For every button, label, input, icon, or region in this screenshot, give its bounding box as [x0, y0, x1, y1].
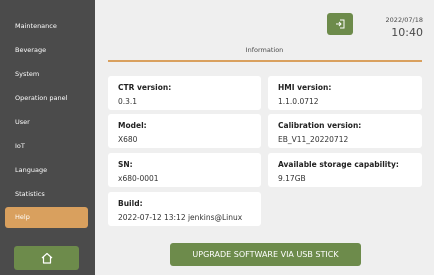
hmi-version-label: HMI version: [278, 83, 332, 92]
build-label: Build: [118, 199, 143, 208]
model-card: Model: X680 [108, 114, 261, 148]
home-button[interactable] [14, 246, 79, 270]
sidebar-item-user[interactable]: User [5, 112, 88, 133]
calibration-version-card: Calibration version: EB_V11_20220712 [268, 114, 422, 148]
time-display: 10:40 [391, 26, 423, 39]
sidebar-item-operation-panel[interactable]: Operation panel [5, 88, 88, 109]
home-icon [41, 252, 52, 264]
ctr-version-card: CTR version: 0.3.1 [108, 76, 261, 110]
ctr-version-label: CTR version: [118, 83, 172, 92]
sidebar: Maintenance Beverage System Operation pa… [0, 0, 95, 275]
build-value: 2022-07-12 13:12 jenkins@Linux [118, 213, 243, 222]
sidebar-item-system[interactable]: System [5, 64, 88, 85]
logout-button[interactable] [327, 13, 353, 35]
model-value: X680 [118, 135, 138, 144]
upgrade-usb-button[interactable]: UPGRADE SOFTWARE VIA USB STICK [170, 243, 361, 266]
sidebar-item-beverage[interactable]: Beverage [5, 40, 88, 61]
sn-card: SN: x680-0001 [108, 153, 261, 187]
sidebar-item-iot[interactable]: IoT [5, 136, 88, 157]
sidebar-item-statistics[interactable]: Statistics [5, 184, 88, 205]
storage-label: Available storage capability: [278, 160, 399, 169]
build-card: Build: 2022-07-12 13:12 jenkins@Linux [108, 192, 261, 226]
storage-card: Available storage capability: 9.17GB [268, 153, 422, 187]
model-label: Model: [118, 121, 147, 130]
logout-icon [336, 19, 345, 29]
section-divider [108, 60, 422, 62]
sidebar-item-language[interactable]: Language [5, 160, 88, 181]
sn-value: x680-0001 [118, 174, 159, 183]
ctr-version-value: 0.3.1 [118, 97, 138, 106]
storage-value: 9.17GB [278, 174, 306, 183]
hmi-version-value: 1.1.0.0712 [278, 97, 319, 106]
sidebar-item-help[interactable]: Help [5, 207, 88, 228]
main-panel: 2022/07/18 10:40 Information CTR version… [95, 0, 434, 275]
date-display: 2022/07/18 [385, 16, 423, 24]
calibration-version-label: Calibration version: [278, 121, 362, 130]
section-title: Information [245, 46, 284, 54]
sidebar-item-maintenance[interactable]: Maintenance [5, 16, 88, 37]
hmi-version-card: HMI version: 1.1.0.0712 [268, 76, 422, 110]
calibration-version-value: EB_V11_20220712 [278, 135, 349, 144]
sn-label: SN: [118, 160, 133, 169]
